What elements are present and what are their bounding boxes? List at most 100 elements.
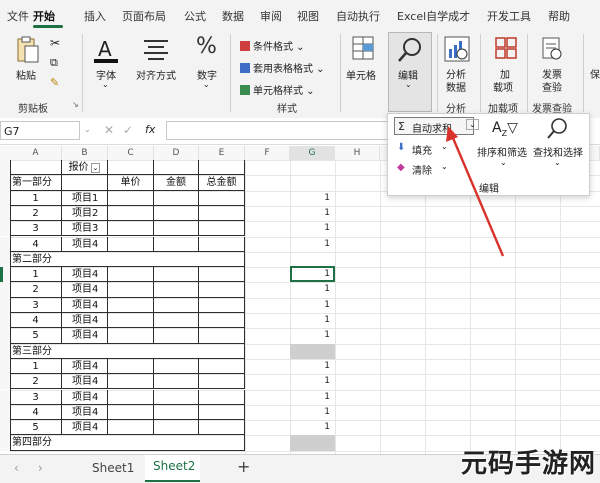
row-header[interactable] [0, 328, 10, 344]
row-header[interactable] [0, 251, 10, 268]
amount-cell[interactable] [154, 282, 199, 298]
font-icon[interactable]: A [92, 36, 120, 64]
menu-tab-file[interactable]: 文件 [7, 8, 29, 24]
item-name-cell[interactable]: 项目4 [62, 236, 108, 252]
invoice-label-2[interactable]: 查验 [542, 79, 562, 94]
row-header[interactable] [0, 282, 10, 298]
amount-cell[interactable] [154, 404, 199, 421]
index-cell[interactable]: 2 [10, 282, 62, 298]
eraser-icon[interactable]: ◆ [397, 162, 405, 173]
row-header[interactable] [0, 175, 10, 191]
index-cell[interactable]: 3 [10, 297, 62, 313]
total-amount-cell[interactable] [199, 297, 245, 313]
row-header[interactable] [0, 374, 10, 390]
menu-tab-page-layout[interactable]: 页面布局 [122, 8, 166, 24]
format-painter-icon[interactable]: ✎ [50, 76, 59, 89]
addins-icon[interactable] [494, 36, 518, 62]
index-cell[interactable]: 4 [10, 236, 62, 252]
analyze-data-label-2[interactable]: 数据 [446, 79, 466, 94]
add-sheet-button[interactable]: + [237, 457, 250, 476]
clear-dropdown-icon[interactable]: ⌄ [441, 162, 448, 171]
fill-label[interactable]: 填充 [412, 142, 432, 157]
find-select-label[interactable]: 查找和选择 [533, 144, 583, 159]
cell-style-item[interactable]: 单元格样式 ⌄ [240, 82, 315, 97]
filter-dropdown-icon[interactable]: ⌄ [90, 163, 101, 173]
confirm-icon[interactable]: ✓ [123, 123, 133, 137]
total-amount-cell[interactable] [199, 282, 245, 298]
unit-price-cell[interactable] [108, 236, 154, 252]
amount-header-cell[interactable]: 金额 [154, 175, 199, 191]
amount-cell[interactable] [154, 374, 199, 390]
menu-tab-view[interactable]: 视图 [297, 8, 319, 24]
item-name-cell[interactable]: 项目4 [62, 420, 108, 436]
unit-price-cell[interactable] [108, 205, 154, 222]
cell-a1[interactable] [10, 160, 62, 176]
index-cell[interactable]: 2 [10, 374, 62, 390]
quote-header-cell[interactable]: 报价 ⌄ [62, 160, 108, 176]
editing-dropdown-icon[interactable]: ⌄ [405, 80, 412, 89]
row-header[interactable] [0, 435, 10, 451]
column-header-h[interactable]: H [335, 146, 380, 160]
row-header[interactable] [0, 190, 10, 206]
amount-cell[interactable] [154, 297, 199, 313]
autosum-dropdown-icon[interactable]: ⌄ [466, 119, 479, 130]
item-name-cell[interactable]: 项目1 [62, 190, 108, 206]
index-cell[interactable]: 5 [10, 420, 62, 436]
row-header[interactable] [0, 343, 10, 359]
menu-tab-formulas[interactable]: 公式 [184, 8, 206, 24]
amount-cell[interactable] [154, 328, 199, 344]
row-header[interactable] [0, 404, 10, 421]
cell-e1[interactable] [199, 160, 245, 176]
unit-price-cell[interactable] [108, 420, 154, 436]
total-amount-cell[interactable] [199, 190, 245, 206]
g-column-value[interactable]: 1 [290, 422, 330, 432]
total-amount-cell[interactable] [199, 313, 245, 329]
column-header-f[interactable]: F [245, 146, 290, 160]
g-column-value[interactable]: 1 [290, 392, 330, 402]
menu-tab-data[interactable]: 数据 [222, 8, 244, 24]
clipboard-launcher-icon[interactable]: ↘ [72, 100, 79, 109]
amount-cell[interactable] [154, 358, 199, 375]
cell-c1[interactable] [108, 160, 154, 176]
index-cell[interactable]: 4 [10, 404, 62, 421]
index-cell[interactable]: 1 [10, 267, 62, 283]
g-column-value[interactable]: 1 [290, 376, 330, 386]
select-all-corner[interactable] [0, 146, 10, 160]
g-column-value[interactable]: 1 [290, 300, 330, 310]
column-header-b[interactable]: B [62, 146, 108, 160]
unit-price-cell[interactable] [108, 282, 154, 298]
cells-icon[interactable] [352, 36, 374, 62]
number-dropdown-icon[interactable]: ⌄ [203, 80, 210, 89]
cells-label[interactable]: 单元格 [346, 67, 376, 82]
item-name-cell[interactable]: 项目4 [62, 404, 108, 421]
total-amount-cell[interactable] [199, 267, 245, 283]
magnifier-icon[interactable] [397, 36, 423, 64]
row-header[interactable] [0, 420, 10, 436]
amount-cell[interactable] [154, 205, 199, 222]
alignment-icon[interactable] [143, 38, 169, 62]
menu-tab-developer[interactable]: 开发工具 [487, 8, 531, 24]
section-title-cell[interactable]: 第三部分 [10, 343, 245, 359]
unit-price-cell[interactable] [108, 374, 154, 390]
item-name-cell[interactable]: 项目4 [62, 297, 108, 313]
column-header-g[interactable]: G [290, 146, 335, 160]
amount-cell[interactable] [154, 190, 199, 206]
unit-price-cell[interactable] [108, 190, 154, 206]
alignment-label[interactable]: 对齐方式 [136, 67, 176, 82]
analyze-data-icon[interactable] [444, 36, 470, 64]
item-name-cell[interactable]: 项目4 [62, 374, 108, 390]
total-amount-cell[interactable] [199, 374, 245, 390]
unit-price-cell[interactable] [108, 267, 154, 283]
section-title-cell[interactable]: 第一部分 [10, 175, 62, 191]
row-header[interactable] [0, 236, 10, 252]
index-cell[interactable]: 1 [10, 358, 62, 375]
row-header[interactable] [0, 205, 10, 222]
fill-icon[interactable]: ⬇ [397, 142, 405, 153]
paste-icon[interactable] [14, 36, 40, 66]
unit-price-cell[interactable] [108, 221, 154, 237]
fx-icon[interactable]: fx [145, 123, 155, 136]
section-title-cell[interactable]: 第二部分 [10, 251, 245, 268]
g-column-value[interactable]: 1 [290, 223, 330, 233]
row-header[interactable] [0, 160, 10, 176]
g-column-value[interactable]: 1 [290, 208, 330, 218]
